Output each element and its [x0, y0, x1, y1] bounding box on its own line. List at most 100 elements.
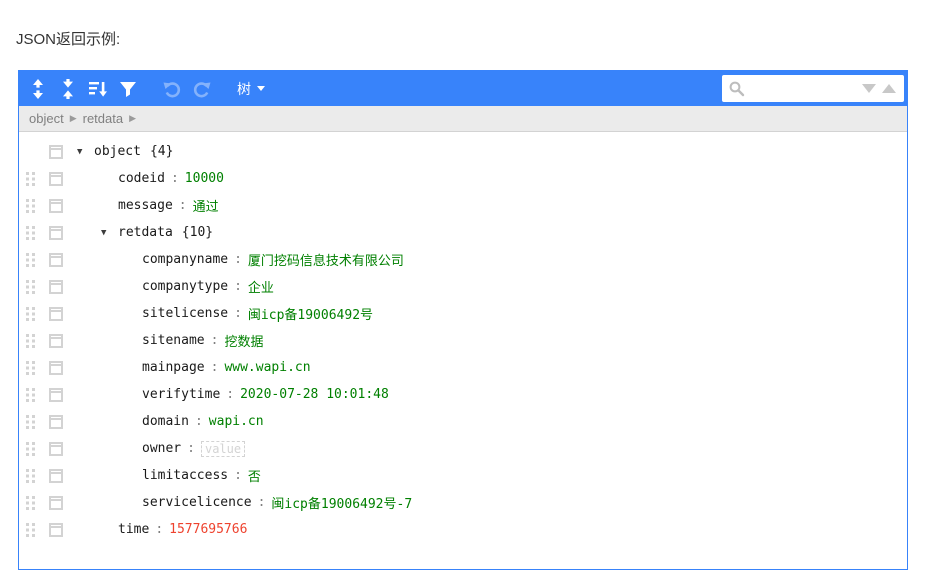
redo-button[interactable] [189, 76, 215, 102]
field-name[interactable]: codeid [118, 171, 165, 186]
tree-row: ▼ sitelicense : 闽icp备19006492号 [19, 300, 907, 327]
drag-handle-icon[interactable] [26, 226, 37, 240]
field-value[interactable]: 通过 [193, 196, 219, 215]
context-menu-button[interactable] [49, 172, 63, 186]
field-value[interactable]: 10000 [185, 171, 224, 186]
breadcrumb-item[interactable]: object [29, 111, 64, 126]
breadcrumb: object▶retdata▶ [19, 106, 907, 132]
search-next-icon[interactable] [862, 84, 876, 93]
context-menu-button[interactable] [49, 469, 63, 483]
drag-handle-icon[interactable] [26, 253, 37, 267]
key-value-separator: : [234, 468, 242, 483]
field-value[interactable]: 否 [248, 466, 261, 485]
drag-handle-icon[interactable] [26, 496, 37, 510]
key-value-separator: : [234, 279, 242, 294]
sort-button[interactable] [85, 76, 111, 102]
field-value[interactable]: value [201, 441, 245, 457]
key-value-separator: : [171, 171, 179, 186]
tree-row: ▼ owner : value [19, 435, 907, 462]
key-value-separator: : [234, 252, 242, 267]
field-value[interactable]: 厦门挖码信息技术有限公司 [248, 250, 404, 269]
context-menu-button[interactable] [49, 361, 63, 375]
tree-row: ▼ companytype : 企业 [19, 273, 907, 300]
field-name[interactable]: owner [142, 441, 181, 456]
drag-handle-icon[interactable] [26, 334, 37, 348]
collapse-all-button[interactable] [55, 76, 81, 102]
field-name[interactable]: object [94, 144, 141, 159]
drag-handle-icon[interactable] [26, 415, 37, 429]
mode-label: 树 [237, 79, 251, 99]
field-name[interactable]: message [118, 198, 173, 213]
tree-row: ▼ message : 通过 [19, 192, 907, 219]
context-menu-button[interactable] [49, 226, 63, 240]
field-name[interactable]: limitaccess [142, 468, 228, 483]
context-menu-button[interactable] [49, 442, 63, 456]
tree-row: ▼ object {4} [19, 138, 907, 165]
filter-button[interactable] [115, 76, 141, 102]
key-value-separator: : [211, 360, 219, 375]
drag-handle-icon[interactable] [26, 361, 37, 375]
tree-row: ▼ servicelicence : 闽icp备19006492号-7 [19, 489, 907, 516]
context-menu-button[interactable] [49, 280, 63, 294]
field-name[interactable]: time [118, 522, 149, 537]
undo-icon [162, 79, 182, 99]
field-name[interactable]: verifytime [142, 387, 220, 402]
tree-rows: ▼ object {4} ▼ codeid : 10000 [19, 132, 907, 543]
sort-icon [88, 79, 108, 99]
collapse-triangle-icon[interactable]: ▼ [77, 147, 94, 157]
drag-handle-icon[interactable] [26, 199, 37, 213]
drag-handle-icon[interactable] [26, 442, 37, 456]
context-menu-button[interactable] [49, 334, 63, 348]
tree-row: ▼ mainpage : www.wapi.cn [19, 354, 907, 381]
field-value[interactable]: 2020-07-28 10:01:48 [240, 387, 389, 402]
tree-row: ▼ domain : wapi.cn [19, 408, 907, 435]
field-value[interactable]: 闽icp备19006492号-7 [271, 493, 412, 512]
mode-select-button[interactable]: 树 [237, 76, 265, 102]
field-name[interactable]: servicelicence [142, 495, 252, 510]
key-value-separator: : [226, 387, 234, 402]
key-value-separator: : [179, 198, 187, 213]
context-menu-button[interactable] [49, 415, 63, 429]
page-title: JSON返回示例: [16, 28, 120, 49]
object-count: {10} [182, 225, 213, 240]
drag-handle-icon[interactable] [26, 280, 37, 294]
search-previous-icon[interactable] [882, 84, 896, 93]
tree-row: ▼ retdata {10} [19, 219, 907, 246]
object-count: {4} [150, 144, 173, 159]
drag-handle-icon[interactable] [26, 523, 37, 537]
field-value[interactable]: 闽icp备19006492号 [248, 304, 373, 323]
breadcrumb-arrow-icon: ▶ [70, 113, 77, 124]
context-menu-button[interactable] [49, 523, 63, 537]
field-value[interactable]: wapi.cn [209, 414, 264, 429]
drag-handle-icon[interactable] [26, 388, 37, 402]
context-menu-button[interactable] [49, 199, 63, 213]
context-menu-button[interactable] [49, 145, 63, 159]
context-menu-button[interactable] [49, 307, 63, 321]
search-input[interactable] [746, 78, 862, 99]
field-name[interactable]: companyname [142, 252, 228, 267]
breadcrumb-item[interactable]: retdata [83, 111, 123, 126]
context-menu-button[interactable] [49, 496, 63, 510]
field-value[interactable]: 企业 [248, 277, 274, 296]
context-menu-button[interactable] [49, 388, 63, 402]
field-name[interactable]: sitename [142, 333, 205, 348]
field-value[interactable]: 1577695766 [169, 522, 247, 537]
field-name[interactable]: companytype [142, 279, 228, 294]
drag-handle-icon[interactable] [26, 307, 37, 321]
field-name[interactable]: sitelicense [142, 306, 228, 321]
undo-button[interactable] [159, 76, 185, 102]
field-value[interactable]: 挖数据 [224, 331, 263, 350]
field-name[interactable]: domain [142, 414, 189, 429]
field-name[interactable]: mainpage [142, 360, 205, 375]
tree-row: ▼ verifytime : 2020-07-28 10:01:48 [19, 381, 907, 408]
expand-all-button[interactable] [25, 76, 51, 102]
field-value[interactable]: www.wapi.cn [224, 360, 310, 375]
collapse-triangle-icon[interactable]: ▼ [101, 228, 118, 238]
tree-row: ▼ limitaccess : 否 [19, 462, 907, 489]
drag-handle-icon[interactable] [26, 172, 37, 186]
context-menu-button[interactable] [49, 253, 63, 267]
key-value-separator: : [195, 414, 203, 429]
field-name[interactable]: retdata [118, 225, 173, 240]
drag-handle-icon[interactable] [26, 469, 37, 483]
json-editor: 树 object▶retdata▶ ▼ o [18, 70, 908, 570]
